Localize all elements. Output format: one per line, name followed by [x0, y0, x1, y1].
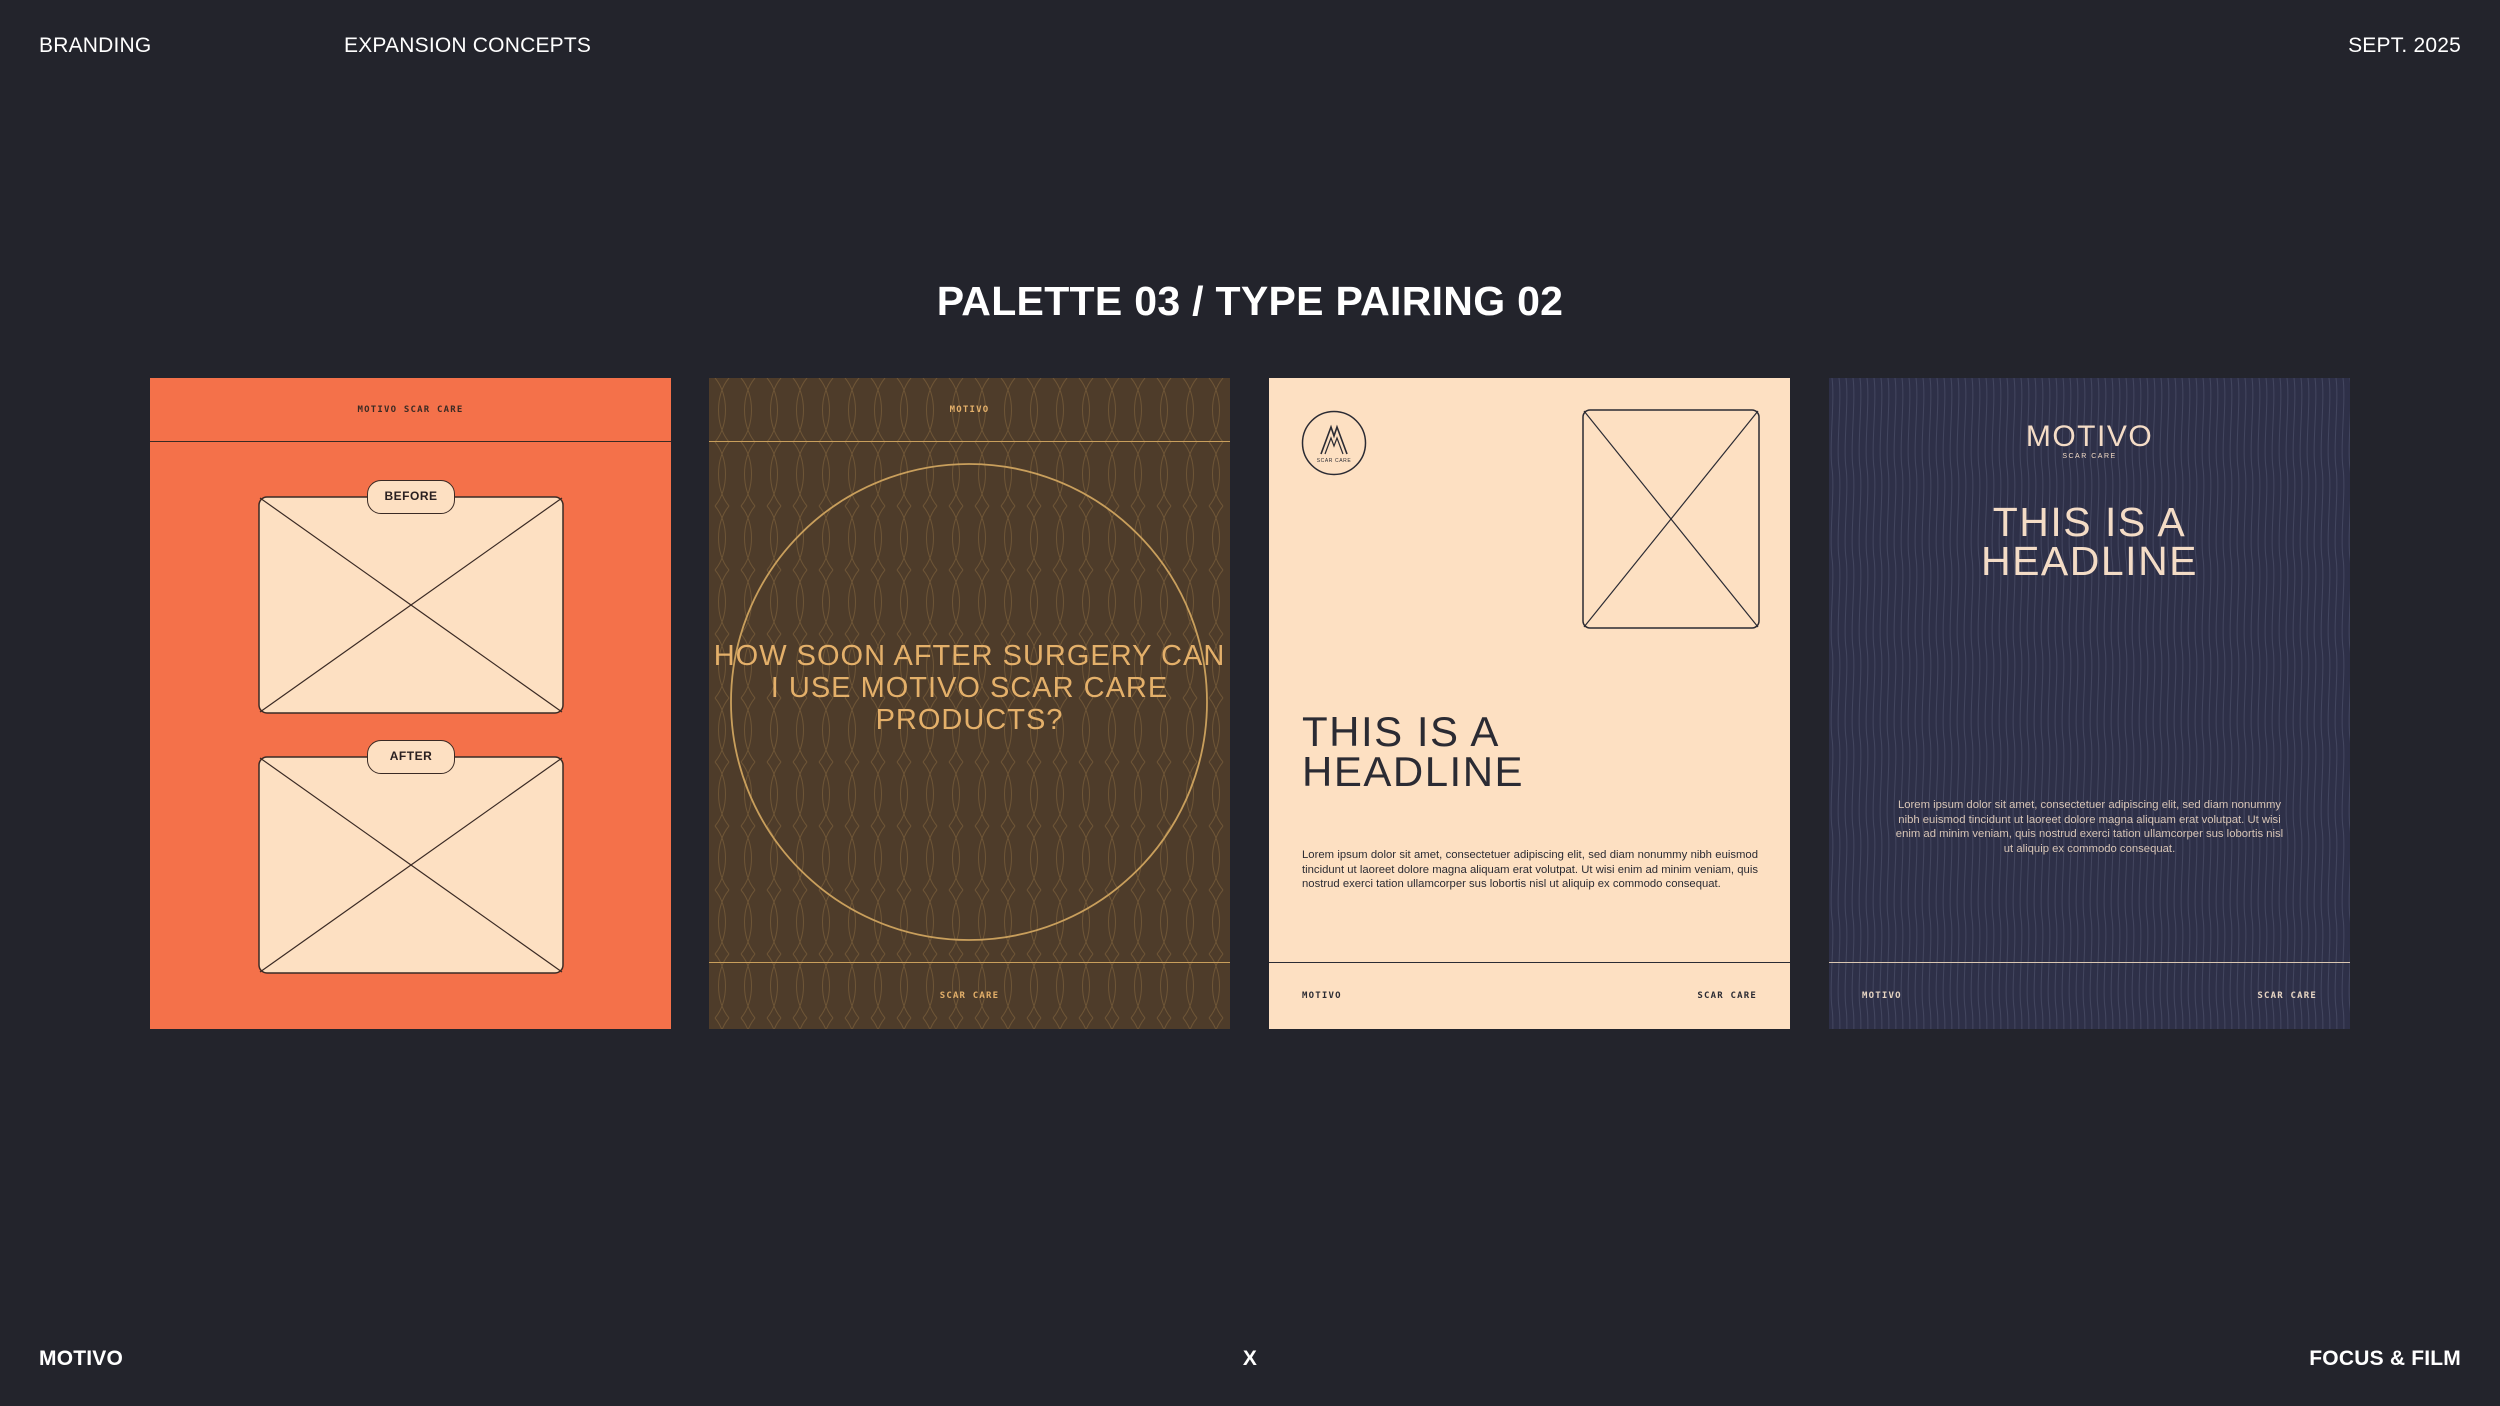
image-placeholder-after	[258, 756, 564, 974]
card-headline-light: SCAR CARE THIS IS A HEADLINE Lorem ipsum…	[1269, 378, 1790, 1029]
card-faq: MOTIVO HOW SOON AFTER SURGERY CAN I USE …	[709, 378, 1230, 1029]
header-branding: BRANDING	[39, 34, 152, 57]
card-headline-dark: MOTIVO SCAR CARE THIS IS A HEADLINE Lore…	[1829, 378, 2350, 1029]
logo-sub-text: SCAR CARE	[2062, 453, 2117, 460]
footer-partner: FOCUS & FILM	[2309, 1347, 2461, 1370]
card-footer-right: SCAR CARE	[2257, 991, 2317, 1001]
before-badge: BEFORE	[367, 480, 455, 514]
motivo-wordmark: MOTIVO SCAR CARE	[1829, 420, 2350, 461]
motivo-logo-badge: SCAR CARE	[1301, 410, 1367, 476]
card-body-text: Lorem ipsum dolor sit amet, consectetuer…	[1302, 849, 1758, 891]
divider-bottom	[1269, 962, 1790, 963]
divider-bottom	[1829, 962, 2350, 963]
card-footer-right: SCAR CARE	[1697, 991, 1757, 1001]
card-before-after: MOTIVO SCAR CARE BEFORE AFTER	[150, 378, 671, 1029]
card-top-label: MOTIVO SCAR CARE	[357, 405, 464, 415]
divider-bottom	[709, 962, 1230, 963]
card-headline: THIS IS A HEADLINE	[1980, 499, 2199, 584]
card-top-label: MOTIVO	[949, 405, 990, 415]
card-bottom-label: SCAR CARE	[939, 991, 1000, 1001]
image-placeholder-before	[258, 496, 564, 714]
divider-top	[709, 441, 1230, 442]
header-date: SEPT. 2025	[2348, 34, 2461, 57]
header-section: EXPANSION CONCEPTS	[344, 34, 592, 57]
logo-sub-text: SCAR CARE	[1317, 458, 1352, 464]
footer-separator: X	[1242, 1347, 1258, 1370]
card-footer-left: MOTIVO	[1862, 991, 1902, 1001]
card-headline: THIS IS A HEADLINE	[1302, 708, 1525, 795]
logo-word: MOTIVO	[2025, 420, 2154, 453]
faq-question: HOW SOON AFTER SURGERY CAN I USE MOTIVO …	[713, 640, 1226, 736]
page-title: PALETTE 03 / TYPE PAIRING 02	[936, 278, 1564, 324]
divider	[150, 441, 671, 442]
image-placeholder	[1582, 409, 1760, 629]
card-body-text: Lorem ipsum dolor sit amet, consectetuer…	[1895, 799, 2284, 855]
card-footer-left: MOTIVO	[1302, 991, 1342, 1001]
after-badge: AFTER	[367, 740, 455, 774]
line-pattern	[1829, 378, 2350, 1029]
